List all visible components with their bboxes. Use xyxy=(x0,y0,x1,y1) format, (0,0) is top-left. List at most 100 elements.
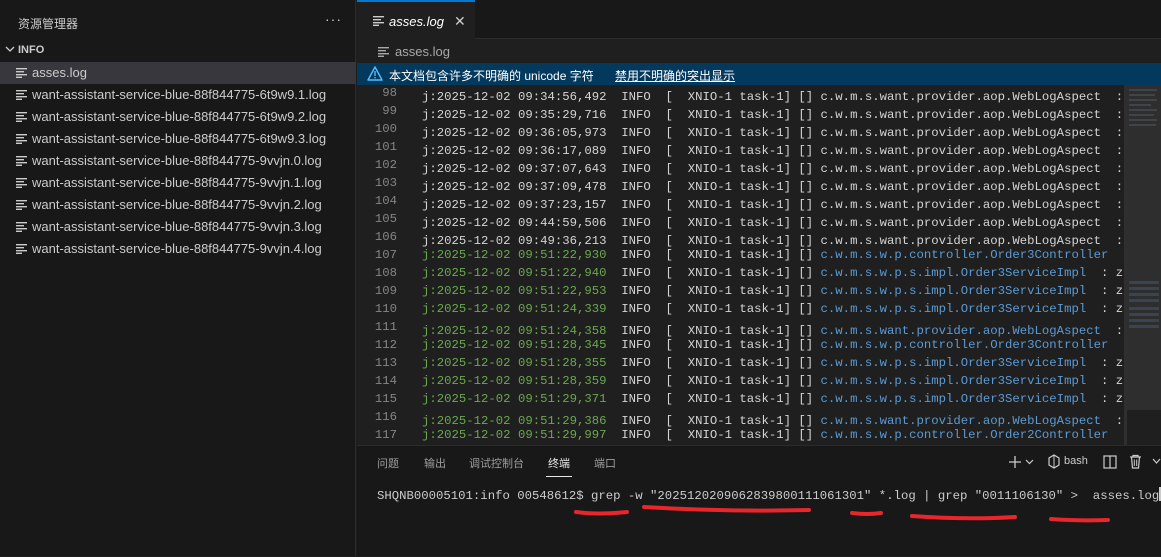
line-number: 100 xyxy=(374,122,397,136)
line-number: 106 xyxy=(374,230,397,244)
line-number: 98 xyxy=(382,86,397,100)
line-text: j:2025-12-02 09:51:22,940 INFO [ XNIO-1 … xyxy=(422,266,1124,280)
code-line: 113 j:2025-12-02 09:51:28,355 INFO [ XNIO… xyxy=(357,355,1124,373)
line-number: 116 xyxy=(374,410,397,424)
file-item[interactable]: want-assistant-service-blue-88f844775-6t… xyxy=(0,106,356,128)
minimap[interactable] xyxy=(1124,85,1161,445)
code-line: 98 j:2025-12-02 09:34:56,492 INFO [ XNIO-… xyxy=(357,85,1124,104)
code-line: 116 j:2025-12-02 09:51:29,386 INFO [ XNIO… xyxy=(357,409,1124,428)
line-number: 111 xyxy=(374,320,397,334)
file-lines-icon xyxy=(16,244,27,254)
code-line: 114 j:2025-12-02 09:51:28,359 INFO [ XNIO… xyxy=(357,373,1124,391)
line-text: j:2025-12-02 09:36:05,973 INFO [ XNIO-1 … xyxy=(422,126,1124,140)
code-line: 108 j:2025-12-02 09:51:22,940 INFO [ XNIO… xyxy=(357,265,1124,283)
file-name: want-assistant-service-blue-88f844775-9v… xyxy=(32,197,322,212)
file-lines-icon xyxy=(16,222,27,232)
bottom-panel: 问题 输出 调试控制台 终端 端口 bash SHQNB00005101:inf… xyxy=(357,445,1161,556)
code-line: 107 j:2025-12-02 09:51:22,930 INFO [ XNIO… xyxy=(357,247,1124,265)
breadcrumb[interactable]: asses.log xyxy=(357,39,1161,63)
line-text: j:2025-12-02 09:37:23,157 INFO [ XNIO-1 … xyxy=(422,198,1124,212)
file-lines-icon xyxy=(16,112,27,122)
line-text: j:2025-12-02 09:51:28,359 INFO [ XNIO-1 … xyxy=(422,374,1124,388)
file-item[interactable]: want-assistant-service-blue-88f844775-9v… xyxy=(0,194,356,216)
tab-output[interactable]: 输出 xyxy=(424,455,446,471)
line-number: 117 xyxy=(374,428,397,442)
file-lines-icon xyxy=(16,200,27,210)
line-text: j:2025-12-02 09:51:28,355 INFO [ XNIO-1 … xyxy=(422,356,1124,370)
chevron-down-icon xyxy=(5,46,15,52)
tab-asses-log[interactable]: asses.log ✕ xyxy=(357,0,475,39)
more-actions-icon[interactable]: ··· xyxy=(325,11,342,27)
file-lines-icon xyxy=(16,68,27,78)
line-text: j:2025-12-02 09:35:29,716 INFO [ XNIO-1 … xyxy=(422,108,1124,122)
terminal-output[interactable]: SHQNB00005101:info 00548612$ grep -w "20… xyxy=(377,487,1161,503)
line-number: 101 xyxy=(374,140,397,154)
line-number: 105 xyxy=(374,212,397,226)
file-name: asses.log xyxy=(32,65,87,80)
code-line: 110 j:2025-12-02 09:51:24,339 INFO [ XNIO… xyxy=(357,301,1124,319)
terminal-command: grep -w "2025120209062839800111061301" *… xyxy=(591,489,1160,503)
line-text: j:2025-12-02 09:51:29,371 INFO [ XNIO-1 … xyxy=(422,392,1124,406)
file-item[interactable]: want-assistant-service-blue-88f844775-6t… xyxy=(0,84,356,106)
line-number: 99 xyxy=(382,104,397,118)
code-editor[interactable]: 98 j:2025-12-02 09:34:56,492 INFO [ XNIO-… xyxy=(357,85,1124,445)
disable-highlight-link[interactable]: 禁用不明确的突出显示 xyxy=(615,67,735,84)
file-name: want-assistant-service-blue-88f844775-6t… xyxy=(32,87,327,102)
line-number: 113 xyxy=(374,356,397,370)
file-item[interactable]: want-assistant-service-blue-88f844775-9v… xyxy=(0,216,356,238)
file-lines-icon xyxy=(378,47,389,57)
line-text: j:2025-12-02 09:49:36,213 INFO [ XNIO-1 … xyxy=(422,234,1124,248)
file-item[interactable]: want-assistant-service-blue-88f844775-9v… xyxy=(0,150,356,172)
code-line: 111 j:2025-12-02 09:51:24,358 INFO [ XNIO… xyxy=(357,319,1124,338)
file-name: want-assistant-service-blue-88f844775-9v… xyxy=(32,175,322,190)
file-item[interactable]: asses.log xyxy=(0,62,356,84)
code-line: 102 j:2025-12-02 09:37:07,643 INFO [ XNIO… xyxy=(357,157,1124,176)
tab-terminal[interactable]: 终端 xyxy=(548,455,570,471)
line-number: 104 xyxy=(374,194,397,208)
file-item[interactable]: want-assistant-service-blue-88f844775-9v… xyxy=(0,238,356,260)
folder-label: INFO xyxy=(18,44,45,56)
code-line: 109 j:2025-12-02 09:51:22,953 INFO [ XNIO… xyxy=(357,283,1124,301)
code-line: 101 j:2025-12-02 09:36:17,089 INFO [ XNIO… xyxy=(357,139,1124,158)
line-text: j:2025-12-02 09:44:59,506 INFO [ XNIO-1 … xyxy=(422,216,1124,230)
file-item[interactable]: want-assistant-service-blue-88f844775-6t… xyxy=(0,128,356,150)
code-line: 112 j:2025-12-02 09:51:28,345 INFO [ XNIO… xyxy=(357,337,1124,355)
file-lines-icon xyxy=(16,156,27,166)
line-text: j:2025-12-02 09:51:24,358 INFO [ XNIO-1 … xyxy=(422,324,1124,338)
explorer-title: 资源管理器 xyxy=(18,17,79,31)
file-name: want-assistant-service-blue-88f844775-9v… xyxy=(32,219,322,234)
warning-icon xyxy=(367,66,383,81)
file-name: want-assistant-service-blue-88f844775-9v… xyxy=(32,241,322,256)
file-item[interactable]: want-assistant-service-blue-88f844775-9v… xyxy=(0,172,356,194)
tab-problems[interactable]: 问题 xyxy=(377,455,399,471)
code-line: 99 j:2025-12-02 09:35:29,716 INFO [ XNIO-… xyxy=(357,103,1124,122)
chevron-down-icon[interactable] xyxy=(1152,457,1161,465)
line-text: j:2025-12-02 09:37:07,643 INFO [ XNIO-1 … xyxy=(422,162,1124,176)
code-line: 103 j:2025-12-02 09:37:09,478 INFO [ XNIO… xyxy=(357,175,1124,194)
folder-info[interactable]: INFO xyxy=(0,40,356,62)
shell-label[interactable]: bash xyxy=(1064,455,1088,467)
code-line: 100 j:2025-12-02 09:36:05,973 INFO [ XNIO… xyxy=(357,121,1124,140)
trash-icon[interactable] xyxy=(1129,454,1142,469)
code-line: 117 j:2025-12-02 09:51:29,997 INFO [ XNIO… xyxy=(357,427,1124,445)
line-number: 109 xyxy=(374,284,397,298)
split-terminal-icon[interactable] xyxy=(1103,455,1117,469)
line-text: j:2025-12-02 09:51:22,930 INFO [ XNIO-1 … xyxy=(422,248,1124,262)
tab-debug-console[interactable]: 调试控制台 xyxy=(469,455,524,471)
warning-text: 本文档包含许多不明确的 unicode 字符 xyxy=(389,69,594,83)
shell-icon xyxy=(1048,454,1060,469)
breadcrumb-file: asses.log xyxy=(395,44,450,59)
unicode-warning-bar: 本文档包含许多不明确的 unicode 字符 禁用不明确的突出显示 xyxy=(357,63,1161,85)
minimap-slider[interactable] xyxy=(1127,85,1161,410)
close-icon[interactable]: ✕ xyxy=(454,13,466,30)
new-terminal-icon[interactable] xyxy=(1009,455,1035,469)
tab-ports[interactable]: 端口 xyxy=(594,455,616,471)
editor-tab-bar: asses.log ✕ xyxy=(357,0,1161,39)
line-number: 114 xyxy=(374,374,397,388)
line-number: 115 xyxy=(374,392,397,406)
line-text: j:2025-12-02 09:51:29,997 INFO [ XNIO-1 … xyxy=(422,428,1124,442)
code-line: 115 j:2025-12-02 09:51:29,371 INFO [ XNIO… xyxy=(357,391,1124,409)
file-lines-icon xyxy=(373,16,384,26)
code-line: 104 j:2025-12-02 09:37:23,157 INFO [ XNIO… xyxy=(357,193,1124,212)
explorer-header: 资源管理器 ··· xyxy=(0,0,356,44)
